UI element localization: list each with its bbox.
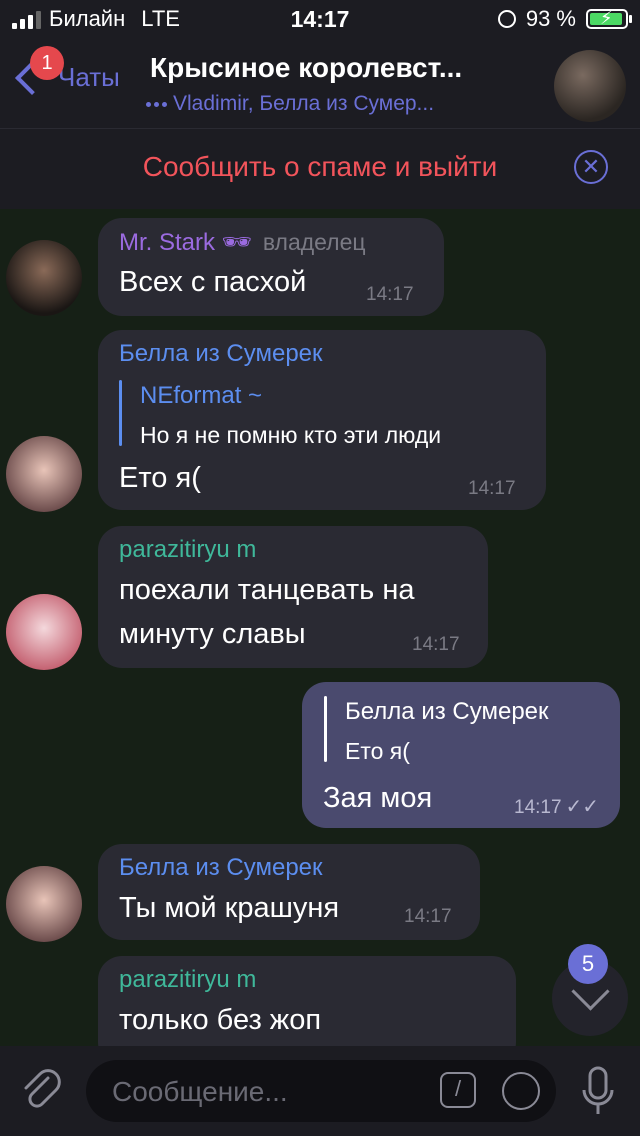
chat-title[interactable]: Крысиное королевст... xyxy=(150,52,530,84)
chat-avatar[interactable] xyxy=(554,50,626,122)
slash-command-icon[interactable]: / xyxy=(440,1072,476,1108)
reply-author: NEformat ~ xyxy=(140,382,263,409)
sender-name: Mr. Stark 🕶 xyxy=(119,229,253,256)
close-icon[interactable]: ✕ xyxy=(574,150,608,184)
chat-subtitle-text: Vladimir, Белла из Сумер... xyxy=(173,92,435,115)
status-right: 93 % ⚡ xyxy=(497,6,632,32)
message-time: 14:17 xyxy=(366,284,414,305)
reply-author: Белла из Сумерек xyxy=(345,698,549,725)
status-bar: Билайн LTE 14:17 93 % ⚡ xyxy=(0,0,640,40)
message-sender: parazitiryu m xyxy=(119,536,257,563)
message-text: Зая моя xyxy=(323,782,433,814)
battery-icon: ⚡ xyxy=(586,8,632,29)
chat-header: Чаты 1 Крысиное королевст... Vladimir, Б… xyxy=(0,40,640,128)
typing-indicator-icon xyxy=(146,101,167,107)
message-time: 14:17 xyxy=(412,634,460,655)
reply-bar xyxy=(324,696,327,762)
message-text: Всех с пасхой xyxy=(119,266,307,298)
sticker-icon[interactable] xyxy=(502,1072,540,1110)
reply-bar xyxy=(119,380,122,446)
avatar[interactable] xyxy=(6,594,82,670)
message-sender: Mr. Stark 🕶 владелец xyxy=(119,228,366,257)
back-label: Чаты xyxy=(58,62,120,92)
avatar[interactable] xyxy=(6,436,82,512)
chat-subtitle: Vladimir, Белла из Сумер... xyxy=(146,92,434,116)
microphone-icon[interactable] xyxy=(580,1066,616,1118)
message-text-line: поехали танцевать на xyxy=(119,574,415,606)
sender-role: владелец xyxy=(262,229,366,255)
message-time-value: 14:17 xyxy=(514,797,562,818)
avatar[interactable] xyxy=(6,866,82,942)
message-sender: Белла из Сумерек xyxy=(119,854,323,881)
message-time: 14:17 xyxy=(404,906,452,927)
message-sender: parazitiryu m xyxy=(119,966,257,993)
input-bar: Сообщение... / xyxy=(0,1046,640,1136)
message-text: Ето я( xyxy=(119,462,201,494)
spam-bar: Сообщить о спаме и выйти ✕ xyxy=(0,128,640,209)
message-text: только без жоп xyxy=(119,1004,322,1036)
battery-percent: 93 % xyxy=(525,6,576,31)
report-spam-button[interactable]: Сообщить о спаме и выйти xyxy=(0,151,640,183)
paperclip-icon[interactable] xyxy=(18,1066,66,1114)
avatar[interactable] xyxy=(6,240,82,316)
message-text: Ты мой крашуня xyxy=(119,892,340,924)
message-sender: Белла из Сумерек xyxy=(119,340,323,367)
message-time: 14:17 xyxy=(468,478,516,499)
rotation-lock-icon xyxy=(497,10,516,28)
double-check-icon: ✓✓ xyxy=(565,796,600,818)
reply-text: Ето я( xyxy=(345,738,410,764)
message-text-line: минуту славы xyxy=(119,618,306,650)
message-placeholder: Сообщение... xyxy=(112,1076,288,1107)
message-time: 14:17 ✓✓ xyxy=(514,794,599,819)
unread-badge: 1 xyxy=(30,46,64,80)
reply-text: Но я не помню кто эти люди xyxy=(140,422,442,448)
unread-count-badge: 5 xyxy=(568,944,608,984)
